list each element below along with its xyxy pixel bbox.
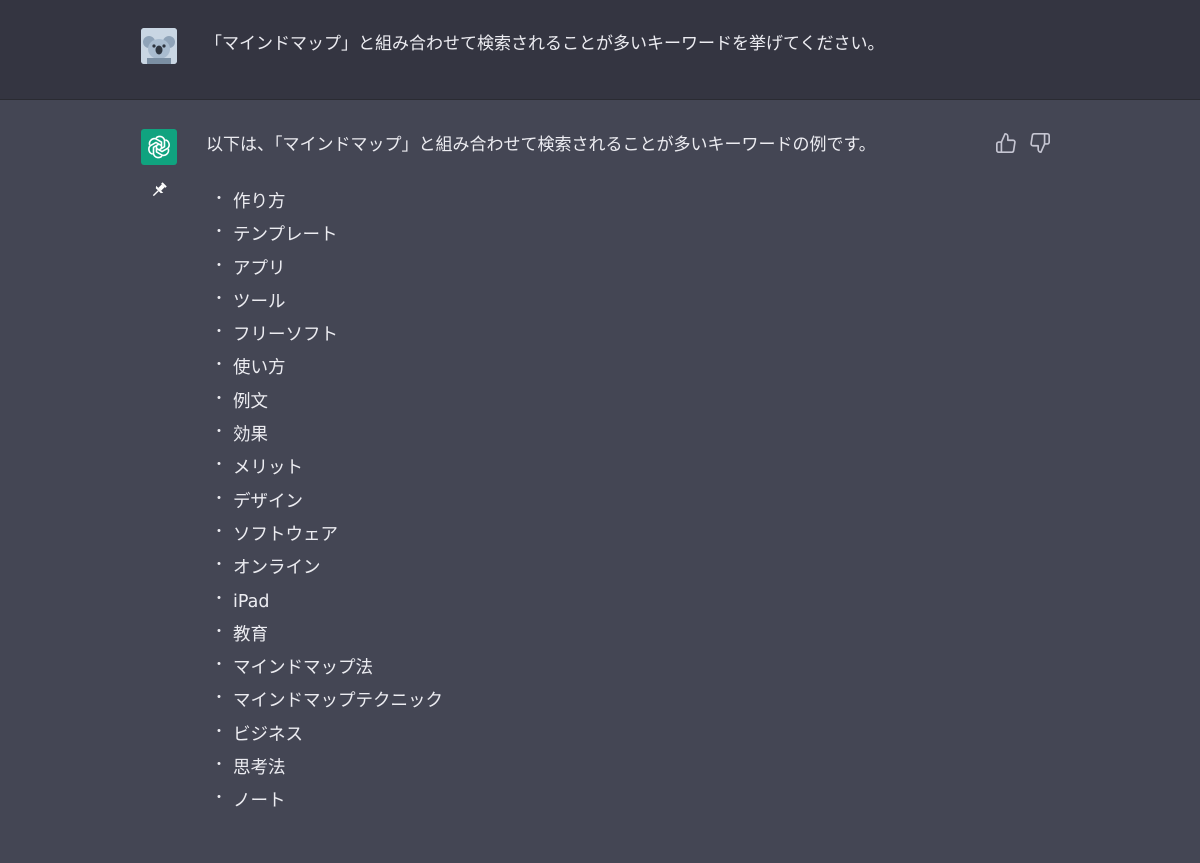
bullet: ・ [212,623,226,640]
list-item: ・メリット [210,454,443,487]
keyword-text: 思考法 [233,758,286,779]
list-item: ・マインドマップ法 [210,654,443,687]
assistant-message-row: 以下は、「マインドマップ」と組み合わせて検索されることが多いキーワードの例です。… [0,100,1200,863]
keyword-list: ・作り方 ・テンプレート ・アプリ ・ツール ・フリーソフト ・使い方 ・例文 … [210,188,443,821]
list-item: ・教育 [210,621,443,654]
bullet: ・ [212,590,226,607]
list-item: ・思考法 [210,754,443,787]
list-item: ・例文 [210,388,443,421]
list-item: ・マインドマップテクニック [210,687,443,720]
list-item: ・ツール [210,288,443,321]
openai-logo-icon [148,135,170,159]
bullet: ・ [212,690,226,707]
user-message-row: 「マインドマップ」と組み合わせて検索されることが多いキーワードを挙げてください。 [0,0,1200,100]
keyword-text: マインドマップ法 [233,658,373,679]
keyword-text: フリーソフト [233,325,338,346]
keyword-text: マインドマップテクニック [233,691,443,712]
thumbs-up-icon[interactable] [995,132,1017,154]
bullet: ・ [212,257,226,274]
list-item: ・デザイン [210,488,443,521]
assistant-avatar [141,129,177,165]
user-message-text: 「マインドマップ」と組み合わせて検索されることが多いキーワードを挙げてください。 [205,34,885,54]
keyword-text: ノート [233,791,286,812]
list-item: ・ iPad [210,588,443,621]
bullet: ・ [212,290,226,307]
list-item: ・オンライン [210,554,443,587]
list-item: ・効果 [210,421,443,454]
bullet: ・ [212,790,226,807]
keyword-text: デザイン [233,491,303,512]
keyword-text: メリット [233,458,303,479]
koala-avatar-icon [141,28,177,64]
bullet: ・ [212,324,226,341]
keyword-text: アプリ [233,258,286,279]
keyword-text: ビジネス [233,724,303,745]
keyword-text: テンプレート [233,225,338,246]
list-item: ・テンプレート [210,221,443,254]
bullet: ・ [212,523,226,540]
list-item: ・作り方 [210,188,443,221]
list-item: ・フリーソフト [210,321,443,354]
keyword-text: ソフトウェア [233,524,338,545]
bullet: ・ [212,191,226,207]
bullet: ・ [212,490,226,507]
bullet: ・ [212,224,226,241]
keyword-text: 教育 [233,624,268,645]
list-item: ・ソフトウェア [210,521,443,554]
assistant-intro-text: 以下は、「マインドマップ」と組み合わせて検索されることが多いキーワードの例です。 [206,135,876,155]
pin-icon[interactable] [149,180,169,200]
bullet: ・ [212,723,226,740]
bullet: ・ [212,557,226,574]
keyword-text: 例文 [233,391,268,412]
thumbs-down-icon[interactable] [1029,132,1051,154]
bullet: ・ [212,424,226,441]
bullet: ・ [212,457,226,474]
user-avatar [141,28,177,64]
bullet: ・ [212,757,226,774]
keyword-text: 作り方 [233,192,286,212]
list-item: ・ビジネス [210,721,443,754]
keyword-text: 使い方 [233,358,286,379]
list-item: ・使い方 [210,354,443,387]
keyword-text: オンライン [233,558,321,579]
keyword-text: ツール [233,291,286,312]
bullet: ・ [212,357,226,374]
list-item: ・アプリ [210,255,443,288]
list-item: ・ノート [210,787,443,820]
keyword-text: iPad [233,591,270,612]
bullet: ・ [212,657,226,674]
bullet: ・ [212,390,226,407]
keyword-text: 効果 [233,425,268,446]
